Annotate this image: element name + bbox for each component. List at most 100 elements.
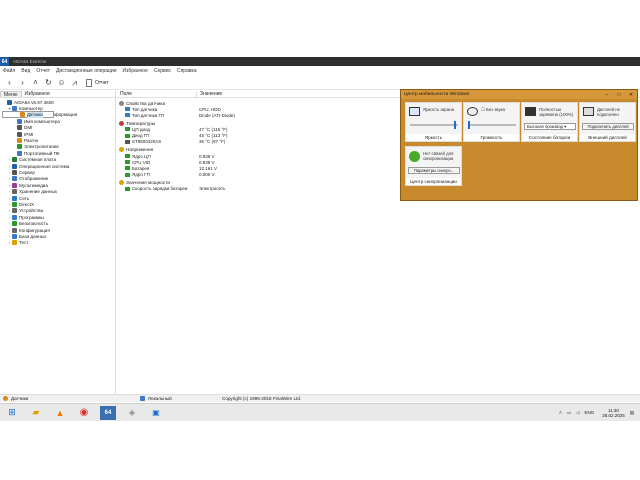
taskbar-file-explorer[interactable]: ▰ <box>28 406 44 420</box>
power-plan-select[interactable]: Высокая производ ▾ <box>524 123 576 130</box>
tree-item-label: Операционная система <box>19 163 70 169</box>
user-button[interactable]: ☺ <box>56 77 67 88</box>
taskbar-chrome[interactable]: ◉ <box>76 406 92 420</box>
menu-file[interactable]: Файл <box>3 68 15 74</box>
forward-button[interactable]: › <box>17 77 28 88</box>
group-title-text: Свойства датчика <box>126 100 166 106</box>
notifications-icon[interactable]: ▤ <box>630 410 634 416</box>
menu-help[interactable]: Справка <box>177 68 197 74</box>
group-icon <box>119 180 124 186</box>
field-name: ЦП диод <box>132 126 150 132</box>
display-text: Дисплей не подключен <box>597 107 621 117</box>
column-value-header[interactable]: Значение <box>197 91 222 97</box>
field-cell: Тип датчика ГП <box>117 113 199 118</box>
tree-item-icon <box>12 163 17 169</box>
tree-item-icon <box>12 221 17 227</box>
clock[interactable]: 11:30 28.02.2025 <box>602 408 625 418</box>
group-title-text: Значения мощности <box>126 180 171 186</box>
field-cell: Ядро ЦП <box>117 154 199 159</box>
volume-slider-knob[interactable] <box>468 121 470 129</box>
mute-checkbox-label[interactable]: ☐ Без звука <box>481 107 519 112</box>
menu-favorites[interactable]: Избранное <box>123 68 148 74</box>
menu-view[interactable]: Вид <box>21 68 30 74</box>
battery-icon <box>525 107 536 116</box>
field-value: 0.000 V <box>199 172 215 178</box>
chart-button[interactable]: ⩘ <box>69 77 80 88</box>
connect-display-button[interactable]: Подключить дисплей <box>582 123 634 130</box>
taskbar: ⊞ ▰ ▲ ◉ 64 ◈ ▣ ˄ ▭ ◁ ENG 11:30 28.02.202… <box>0 403 640 421</box>
field-name: CPU VID <box>132 159 151 165</box>
taskbar-vlc[interactable]: ▲ <box>52 406 68 420</box>
tray-expand-icon[interactable]: ˄ <box>559 410 562 415</box>
field-name: Тип датчика <box>132 106 158 112</box>
field-cell: Ядро ГП <box>117 172 199 177</box>
sync-label: Центр синхронизации <box>406 178 461 185</box>
taskbar-aida64[interactable]: 64 <box>100 405 116 420</box>
close-button[interactable]: ✕ <box>625 92 637 98</box>
system-tray: ˄ ▭ ◁ ENG 11:30 28.02.2025 ▤ <box>554 408 640 418</box>
status-section-source: Локальный <box>140 396 218 401</box>
column-field-header[interactable]: Поле <box>117 91 197 97</box>
chevron-left-icon: ‹ <box>8 78 11 87</box>
menu-remote[interactable]: Дистанционные операции <box>56 68 116 74</box>
field-value: CPU, HDD <box>199 106 221 112</box>
tree-item-icon <box>12 233 17 239</box>
mobility-title-bar: Центр мобильности Windows – □ ✕ <box>401 90 637 99</box>
tree-item[interactable]: › Тест <box>0 240 115 246</box>
toolbar: ‹ › ˄ ↻ ☺ ⩘ Отчет <box>0 76 640 90</box>
tree-item-icon <box>12 214 17 220</box>
vlc-icon: ▲ <box>55 407 65 418</box>
field-icon <box>125 166 130 171</box>
refresh-icon: ↻ <box>45 78 52 87</box>
mobility-center-window: Центр мобильности Windows – □ ✕ Яркость … <box>400 89 638 201</box>
sync-settings-button[interactable]: Параметры синхро... <box>408 167 460 174</box>
chevron-down-icon: ▾ <box>564 124 567 129</box>
taskbar-app[interactable]: ◈ <box>124 406 140 420</box>
tree-item[interactable]: Датчики <box>2 111 54 118</box>
brightness-tile: Яркость экрана Яркость <box>405 102 462 142</box>
tree-item-icon <box>12 189 17 195</box>
mobility-title: Центр мобильности Windows <box>404 92 470 97</box>
field-cell: CPU VID <box>117 160 199 165</box>
field-icon <box>125 160 130 165</box>
window-title: AIDA64 Extreme <box>13 59 47 64</box>
tree-item-icon <box>20 112 25 117</box>
tab-favorites[interactable]: Избранное <box>22 91 53 97</box>
field-name: Диод ГП <box>132 133 150 139</box>
menu-tools[interactable]: Сервис <box>154 68 171 74</box>
field-value: Diode (ATI-Diode) <box>199 112 235 118</box>
field-cell: Скорость зарядки батареи <box>117 186 199 191</box>
back-button[interactable]: ‹ <box>4 77 15 88</box>
chevron-right-icon: › <box>21 78 24 87</box>
brightness-text: Яркость экрана <box>423 107 454 112</box>
clock-date: 28.02.2025 <box>602 412 625 418</box>
brightness-slider[interactable] <box>410 121 458 129</box>
volume-slider[interactable] <box>468 121 516 129</box>
report-button[interactable]: Отчет <box>86 78 109 87</box>
volume-label: Громкость <box>464 134 519 141</box>
field-cell: Диод ГП <box>117 133 199 138</box>
volume-tile: ☐ Без звука Громкость <box>463 102 520 142</box>
app-icon: 64 <box>0 57 9 66</box>
tray-language[interactable]: ENG <box>584 410 594 415</box>
field-name: Батарея <box>132 165 150 171</box>
chevron-up-icon: ˄ <box>33 78 38 87</box>
field-cell: Тип датчика <box>117 107 199 112</box>
minimize-button[interactable]: – <box>601 92 613 98</box>
tree-item-label: DirectX <box>19 201 35 207</box>
menu-report[interactable]: Отчет <box>36 68 50 74</box>
tree-item-label: Сервер <box>19 169 35 175</box>
taskbar-mobility[interactable]: ▣ <box>148 406 164 420</box>
field-cell: ЦП диод <box>117 127 199 132</box>
tree-item-icon <box>17 118 22 124</box>
tab-menu[interactable]: Меню <box>0 91 22 98</box>
maximize-button[interactable]: □ <box>613 92 625 98</box>
network-icon[interactable]: ▭ <box>567 410 571 416</box>
tree-item-label: Отображение <box>19 176 49 182</box>
refresh-button[interactable]: ↻ <box>43 77 54 88</box>
up-button[interactable]: ˄ <box>30 77 41 88</box>
brightness-slider-knob[interactable] <box>453 121 456 129</box>
volume-icon[interactable]: ◁ <box>576 410 579 416</box>
start-button[interactable]: ⊞ <box>4 406 20 420</box>
field-name: Тип датчика ГП <box>132 112 165 118</box>
